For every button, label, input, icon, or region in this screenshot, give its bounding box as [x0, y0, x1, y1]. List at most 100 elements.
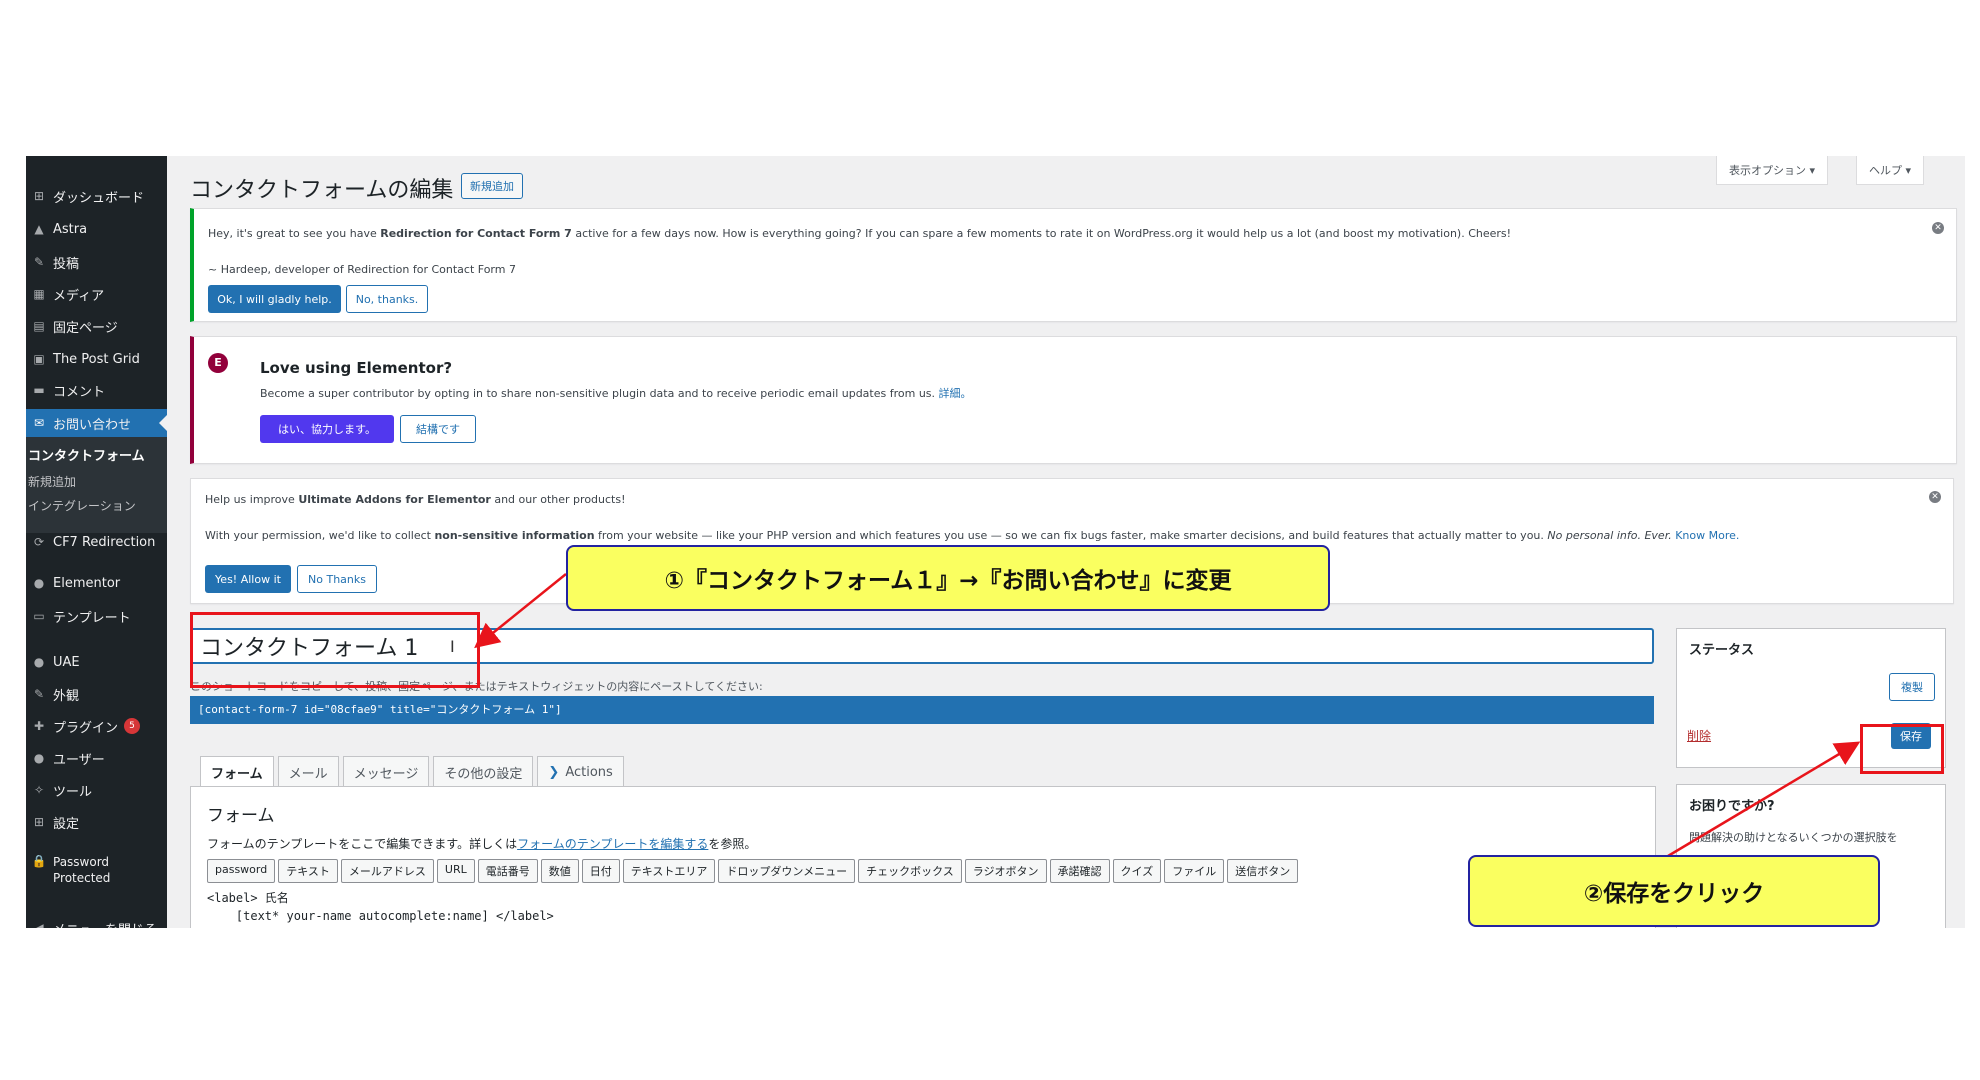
step1-callout: ①『コンタクトフォーム１』→『お問い合わせ』に変更 [566, 545, 1330, 611]
sidebar-item[interactable]: ✚ プラグイン 5 [26, 712, 167, 740]
sidebar-item[interactable]: ● UAE [26, 648, 167, 676]
tab-form[interactable]: フォーム [200, 756, 274, 788]
sidebar-item[interactable]: ✧ ツール [26, 776, 167, 804]
notice-message: Become a super contributor by opting in … [260, 387, 972, 400]
sidebar-item-label: ユーザー [53, 752, 105, 768]
sidebar-item[interactable]: ✎ 外観 [26, 680, 167, 708]
panel-description: フォームのテンプレートをここで編集できます。詳しくはフォームのテンプレートを編集… [207, 837, 757, 851]
elementor-logo-icon: E [208, 353, 228, 373]
optin-no-button[interactable]: 結構です [400, 415, 476, 443]
tab-messages[interactable]: メッセージ [342, 756, 430, 787]
sidebar-item[interactable]: ▣ The Post Grid [26, 345, 167, 373]
sidebar-item[interactable]: ▦ メディア [26, 280, 167, 308]
tag-button[interactable]: URL [436, 859, 475, 883]
elementor-optin-notice: E Love using Elementor? Become a super c… [190, 336, 1957, 464]
dismiss-icon[interactable]: ✕ [1932, 222, 1944, 234]
tag-button[interactable]: 日付 [581, 859, 620, 883]
tag-button[interactable]: 承諾確認 [1049, 859, 1110, 883]
notice-line2: With your permission, we'd like to colle… [205, 529, 1740, 542]
tag-button[interactable]: 電話番号 [477, 859, 538, 883]
submenu-item[interactable]: 新規追加 [28, 473, 76, 490]
optin-yes-button[interactable]: はい、協力します。 [260, 415, 394, 443]
page-title: コンタクトフォームの編集 [190, 178, 454, 203]
know-more-link[interactable]: Know More. [1672, 529, 1739, 542]
plugin-icon: ✚ [33, 719, 45, 733]
pin-icon: ✎ [33, 255, 45, 269]
page-icon: ▤ [33, 319, 45, 333]
submenu-item[interactable]: コンタクトフォーム [28, 445, 145, 464]
mail-icon: ✉ [33, 416, 45, 430]
contact-submenu: コンタクトフォーム 新規追加インテグレーション [26, 437, 167, 533]
delete-link[interactable]: 削除 [1687, 727, 1711, 744]
help-text: 問題解決の助けとなるいくつかの選択肢を [1689, 831, 1898, 844]
tag-button[interactable]: メールアドレス [340, 859, 434, 883]
sidebar-item-label: プラグイン [53, 720, 119, 736]
tag-button[interactable]: テキストエリア [622, 859, 716, 883]
panel-heading: フォーム [207, 806, 275, 826]
tag-button[interactable]: ラジオボタン [964, 859, 1047, 883]
tag-button[interactable]: テキスト [278, 859, 338, 883]
allow-button[interactable]: Yes! Allow it [205, 565, 291, 593]
admin-sidebar: ⊞ ダッシュボード ▲ Astra ✎ 投稿 ▦ メディア ▤ 固定ページ ▣ The Post Gr… [26, 156, 167, 928]
sidebar-item-label: 固定ページ [53, 320, 118, 336]
dismiss-icon[interactable]: ✕ [1929, 491, 1941, 503]
sidebar-item[interactable]: ✎ 投稿 [26, 248, 167, 276]
tag-button[interactable]: password [207, 859, 276, 883]
sidebar-item[interactable]: ▲ Astra [26, 215, 167, 243]
tag-button[interactable]: ドロップダウンメニュー [718, 859, 856, 883]
sidebar-item[interactable]: ⊞ ダッシュボード [26, 182, 167, 210]
sidebar-item[interactable]: ◀ メニューを閉じる [26, 914, 167, 928]
lock-icon: 🔒 [31, 854, 47, 868]
sidebar-item[interactable]: ⊞ 設定 [26, 808, 167, 836]
tab-additional-settings[interactable]: その他の設定 [433, 756, 534, 787]
tag-button[interactable]: ファイル [1164, 859, 1225, 883]
update-count-badge: 5 [124, 718, 141, 734]
sidebar-item-label: ツール [53, 784, 93, 800]
redirection-rating-notice: Hey, it's great to see you have Redirect… [190, 208, 1957, 322]
editor-tabs: フォーム メール メッセージ その他の設定 ❯ Actions [200, 756, 624, 788]
grid-icon: ▣ [33, 352, 45, 366]
sidebar-item-label: UAE [53, 654, 80, 670]
uae-icon: ● [33, 655, 45, 669]
sidebar-item-label: メディア [53, 288, 105, 304]
appearance-icon: ✎ [33, 687, 45, 701]
tag-button[interactable]: 数値 [540, 859, 579, 883]
add-new-button[interactable]: 新規追加 [461, 173, 523, 199]
tab-actions[interactable]: ❯ Actions [537, 756, 624, 787]
details-link[interactable]: 詳細。 [939, 387, 972, 400]
sidebar-item-label: 設定 [53, 816, 80, 832]
folder-icon: ▭ [33, 609, 45, 623]
sidebar-item[interactable]: ● ユーザー [26, 744, 167, 772]
sidebar-item[interactable]: ▬ コメント [26, 376, 167, 404]
tab-mail[interactable]: メール [277, 756, 339, 787]
sidebar-item-label-line2: Protected [53, 871, 111, 885]
sidebar-item[interactable]: ▤ 固定ページ [26, 312, 167, 340]
sidebar-item[interactable]: ✉ お問い合わせ [26, 409, 167, 437]
astra-icon: ▲ [34, 222, 44, 236]
sidebar-item[interactable]: 🔒 Password Protected [26, 854, 167, 890]
sidebar-item-label: ダッシュボード [53, 190, 145, 206]
dashboard-icon: ⊞ [33, 189, 45, 203]
sidebar-item-label: Elementor [53, 575, 121, 591]
tag-button[interactable]: 送信ボタン [1227, 859, 1299, 883]
form-template-editor[interactable]: <label> 氏名 [text* your-name autocomplete… [207, 889, 554, 925]
tag-button[interactable]: チェックボックス [858, 859, 962, 883]
tool-icon: ✧ [33, 783, 45, 797]
gladly-help-button[interactable]: Ok, I will gladly help. [208, 285, 341, 313]
no-thanks-uae-button[interactable]: No Thanks [297, 565, 377, 593]
media-icon: ▦ [33, 287, 45, 301]
help-tab[interactable]: ヘルプ ▾ [1856, 156, 1925, 185]
submenu-item[interactable]: インテグレーション [28, 497, 136, 514]
comment-icon: ▬ [33, 383, 45, 397]
sidebar-item[interactable]: ● Elementor [26, 569, 167, 597]
tag-button[interactable]: クイズ [1112, 859, 1162, 883]
shortcode-field[interactable]: [contact-form-7 id="08cfae9" title="コンタク… [190, 696, 1654, 724]
duplicate-button[interactable]: 複製 [1889, 673, 1935, 701]
user-icon: ● [33, 751, 45, 765]
no-thanks-button[interactable]: No, thanks. [346, 285, 428, 313]
screen-options-tab[interactable]: 表示オプション ▾ [1716, 156, 1829, 185]
sidebar-item-label: お問い合わせ [53, 417, 132, 433]
sidebar-item[interactable]: ▭ テンプレート [26, 602, 167, 630]
edit-template-link[interactable]: フォームのテンプレートを編集する [517, 837, 708, 851]
notice-signature: ~ Hardeep, developer of Redirection for … [208, 263, 516, 276]
